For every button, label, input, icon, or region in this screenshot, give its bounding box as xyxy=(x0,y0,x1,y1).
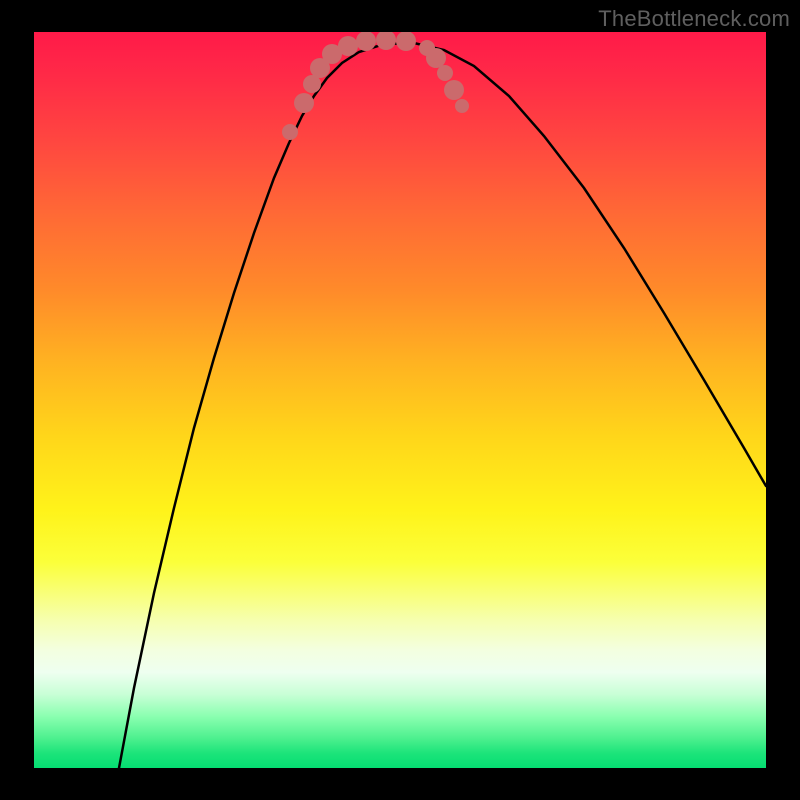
bottleneck-curve xyxy=(119,43,766,768)
curve-marker xyxy=(426,48,446,68)
curve-marker xyxy=(294,93,314,113)
curve-marker xyxy=(437,65,453,81)
curve-marker xyxy=(376,32,396,50)
curve-marker xyxy=(282,124,298,140)
plot-area xyxy=(34,32,766,768)
curve-svg xyxy=(34,32,766,768)
curve-marker xyxy=(338,36,358,56)
curve-marker xyxy=(455,99,469,113)
curve-marker xyxy=(396,32,416,51)
watermark-text: TheBottleneck.com xyxy=(598,6,790,32)
chart-frame: TheBottleneck.com xyxy=(0,0,800,800)
curve-marker xyxy=(444,80,464,100)
